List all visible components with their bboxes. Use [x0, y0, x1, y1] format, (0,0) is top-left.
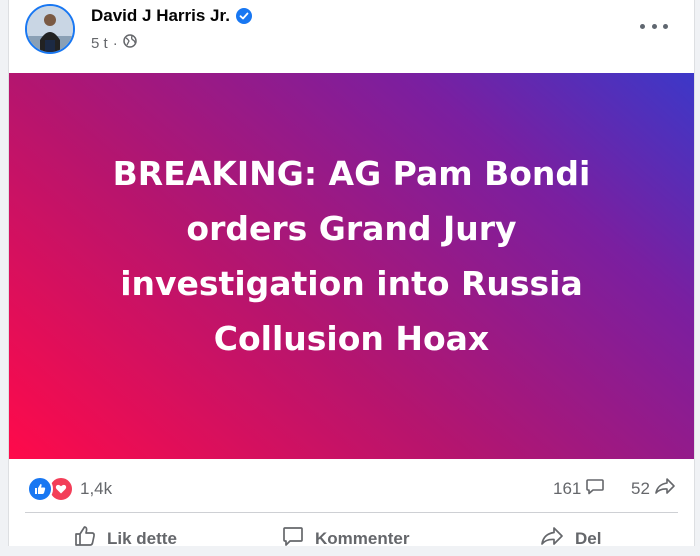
- share-button[interactable]: Del: [539, 524, 601, 553]
- shares-summary[interactable]: 52: [631, 476, 676, 501]
- meta-separator: ·: [112, 34, 118, 52]
- action-bar: Lik dette Kommenter Del: [9, 516, 694, 556]
- comments-count: 161: [553, 478, 582, 498]
- like-button[interactable]: Lik dette: [73, 524, 177, 553]
- globe-icon: [122, 34, 137, 52]
- stats-divider: [25, 512, 678, 513]
- reactions-count: 1,4k: [80, 479, 113, 498]
- like-icon: [73, 524, 97, 553]
- share-action-icon: [539, 524, 565, 553]
- comments-summary[interactable]: 161: [553, 476, 605, 501]
- author-name[interactable]: David J Harris Jr.: [91, 6, 230, 26]
- comment-button[interactable]: Kommenter: [281, 524, 409, 553]
- post-header: David J Harris Jr. 5 t ·: [9, 0, 694, 72]
- more-options-icon[interactable]: [640, 16, 668, 36]
- post-card: David J Harris Jr. 5 t · BREAKING: AG Pa…: [8, 0, 695, 548]
- post-stats: 1,4k 161 52: [9, 460, 694, 512]
- author-avatar[interactable]: [25, 4, 75, 54]
- post-headline: BREAKING: AG Pam Bondi orders Grand Jury…: [112, 154, 591, 358]
- verified-badge-icon: [235, 8, 252, 24]
- post-time[interactable]: 5 t: [91, 35, 108, 52]
- like-reaction-icon: [27, 476, 53, 502]
- post-meta: 5 t ·: [91, 34, 137, 52]
- share-icon: [654, 476, 676, 501]
- comment-icon: [585, 476, 605, 501]
- reactions-summary[interactable]: 1,4k: [27, 476, 112, 502]
- post-image[interactable]: BREAKING: AG Pam Bondi orders Grand Jury…: [9, 73, 694, 459]
- comment-action-icon: [281, 524, 305, 553]
- author-name-row: David J Harris Jr.: [91, 6, 252, 26]
- shares-count: 52: [631, 478, 650, 498]
